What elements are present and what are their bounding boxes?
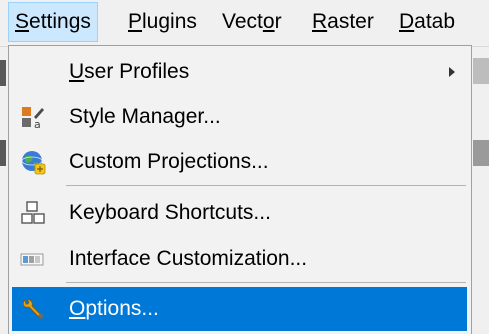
menu-vector-label-start: Vect	[222, 10, 263, 33]
keyboard-shortcuts-icon	[20, 200, 46, 226]
user-profiles-label: ser Profiles	[84, 60, 190, 83]
menu-vector[interactable]: Vector	[216, 2, 288, 42]
menu-item-style-manager[interactable]: a Style Manager...	[12, 95, 467, 139]
menu-settings-label: ettings	[29, 10, 91, 33]
menu-raster-label: aster	[327, 10, 374, 33]
options-mnemonic: O	[69, 297, 86, 320]
menu-separator	[66, 185, 466, 186]
user-profiles-mnemonic: U	[69, 60, 85, 83]
globe-icon	[20, 149, 46, 175]
style-manager-icon: a	[20, 104, 46, 131]
toolbar-edge-fragment	[473, 140, 489, 166]
menu-item-interface-customization[interactable]: Interface Customization...	[12, 237, 467, 281]
menu-item-label: User Profiles	[69, 50, 189, 94]
toolbar-edge-fragment	[473, 58, 489, 84]
menu-item-label: Options...	[69, 287, 159, 331]
qgis-window: Settings Plugins Vector Raster Datab Use…	[0, 0, 489, 334]
menu-plugins-mnemonic: P	[128, 10, 143, 33]
menu-bar: Settings Plugins Vector Raster Datab	[0, 0, 489, 47]
options-label: ptions...	[85, 297, 159, 320]
menu-separator	[66, 282, 466, 283]
interface-customization-icon	[20, 246, 46, 272]
menu-settings-mnemonic: S	[15, 10, 30, 33]
menu-vector-label-end: r	[274, 10, 282, 33]
menu-item-keyboard-shortcuts[interactable]: Keyboard Shortcuts...	[12, 191, 467, 235]
menu-vector-mnemonic: o	[262, 10, 275, 33]
toolbar-edge-fragment	[0, 140, 6, 166]
menu-item-label: Style Manager...	[69, 105, 221, 128]
menu-plugins-label: lugins	[142, 10, 197, 33]
menu-raster-mnemonic: R	[312, 10, 328, 33]
menu-item-options[interactable]: Options...	[12, 287, 467, 331]
menu-database-label: atab	[414, 10, 456, 33]
wrench-icon	[20, 296, 46, 322]
svg-text:a: a	[34, 118, 41, 130]
menu-item-user-profiles[interactable]: User Profiles	[12, 50, 467, 94]
submenu-arrow-icon	[449, 67, 455, 77]
menu-database[interactable]: Datab	[393, 2, 461, 42]
menu-plugins[interactable]: Plugins	[122, 2, 203, 42]
menu-item-custom-projections[interactable]: Custom Projections...	[12, 140, 467, 184]
menu-item-label: Custom Projections...	[69, 150, 269, 173]
menu-raster[interactable]: Raster	[306, 2, 380, 42]
settings-dropdown-menu: User Profiles a Style Manager... Custom …	[8, 45, 472, 334]
menu-database-mnemonic: D	[399, 10, 415, 33]
menu-settings[interactable]: Settings	[8, 2, 98, 42]
menu-item-label: Keyboard Shortcuts...	[69, 201, 271, 224]
menu-item-label: Interface Customization...	[69, 247, 308, 270]
toolbar-edge-fragment	[0, 60, 6, 86]
